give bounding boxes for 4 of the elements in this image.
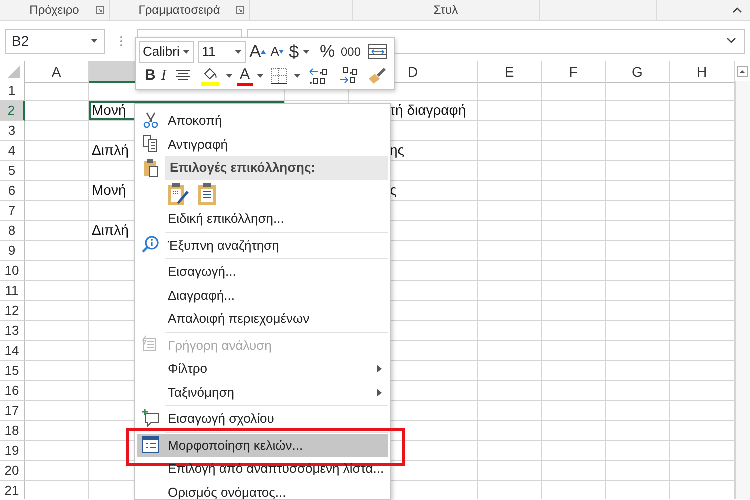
group-label: Πρόχειρο <box>30 3 80 17</box>
menu-section-header: Επιλογές επικόλλησης: <box>165 156 388 180</box>
group-label: Γραμματοσειρά <box>138 3 220 17</box>
group-label: Στυλ <box>434 3 458 17</box>
